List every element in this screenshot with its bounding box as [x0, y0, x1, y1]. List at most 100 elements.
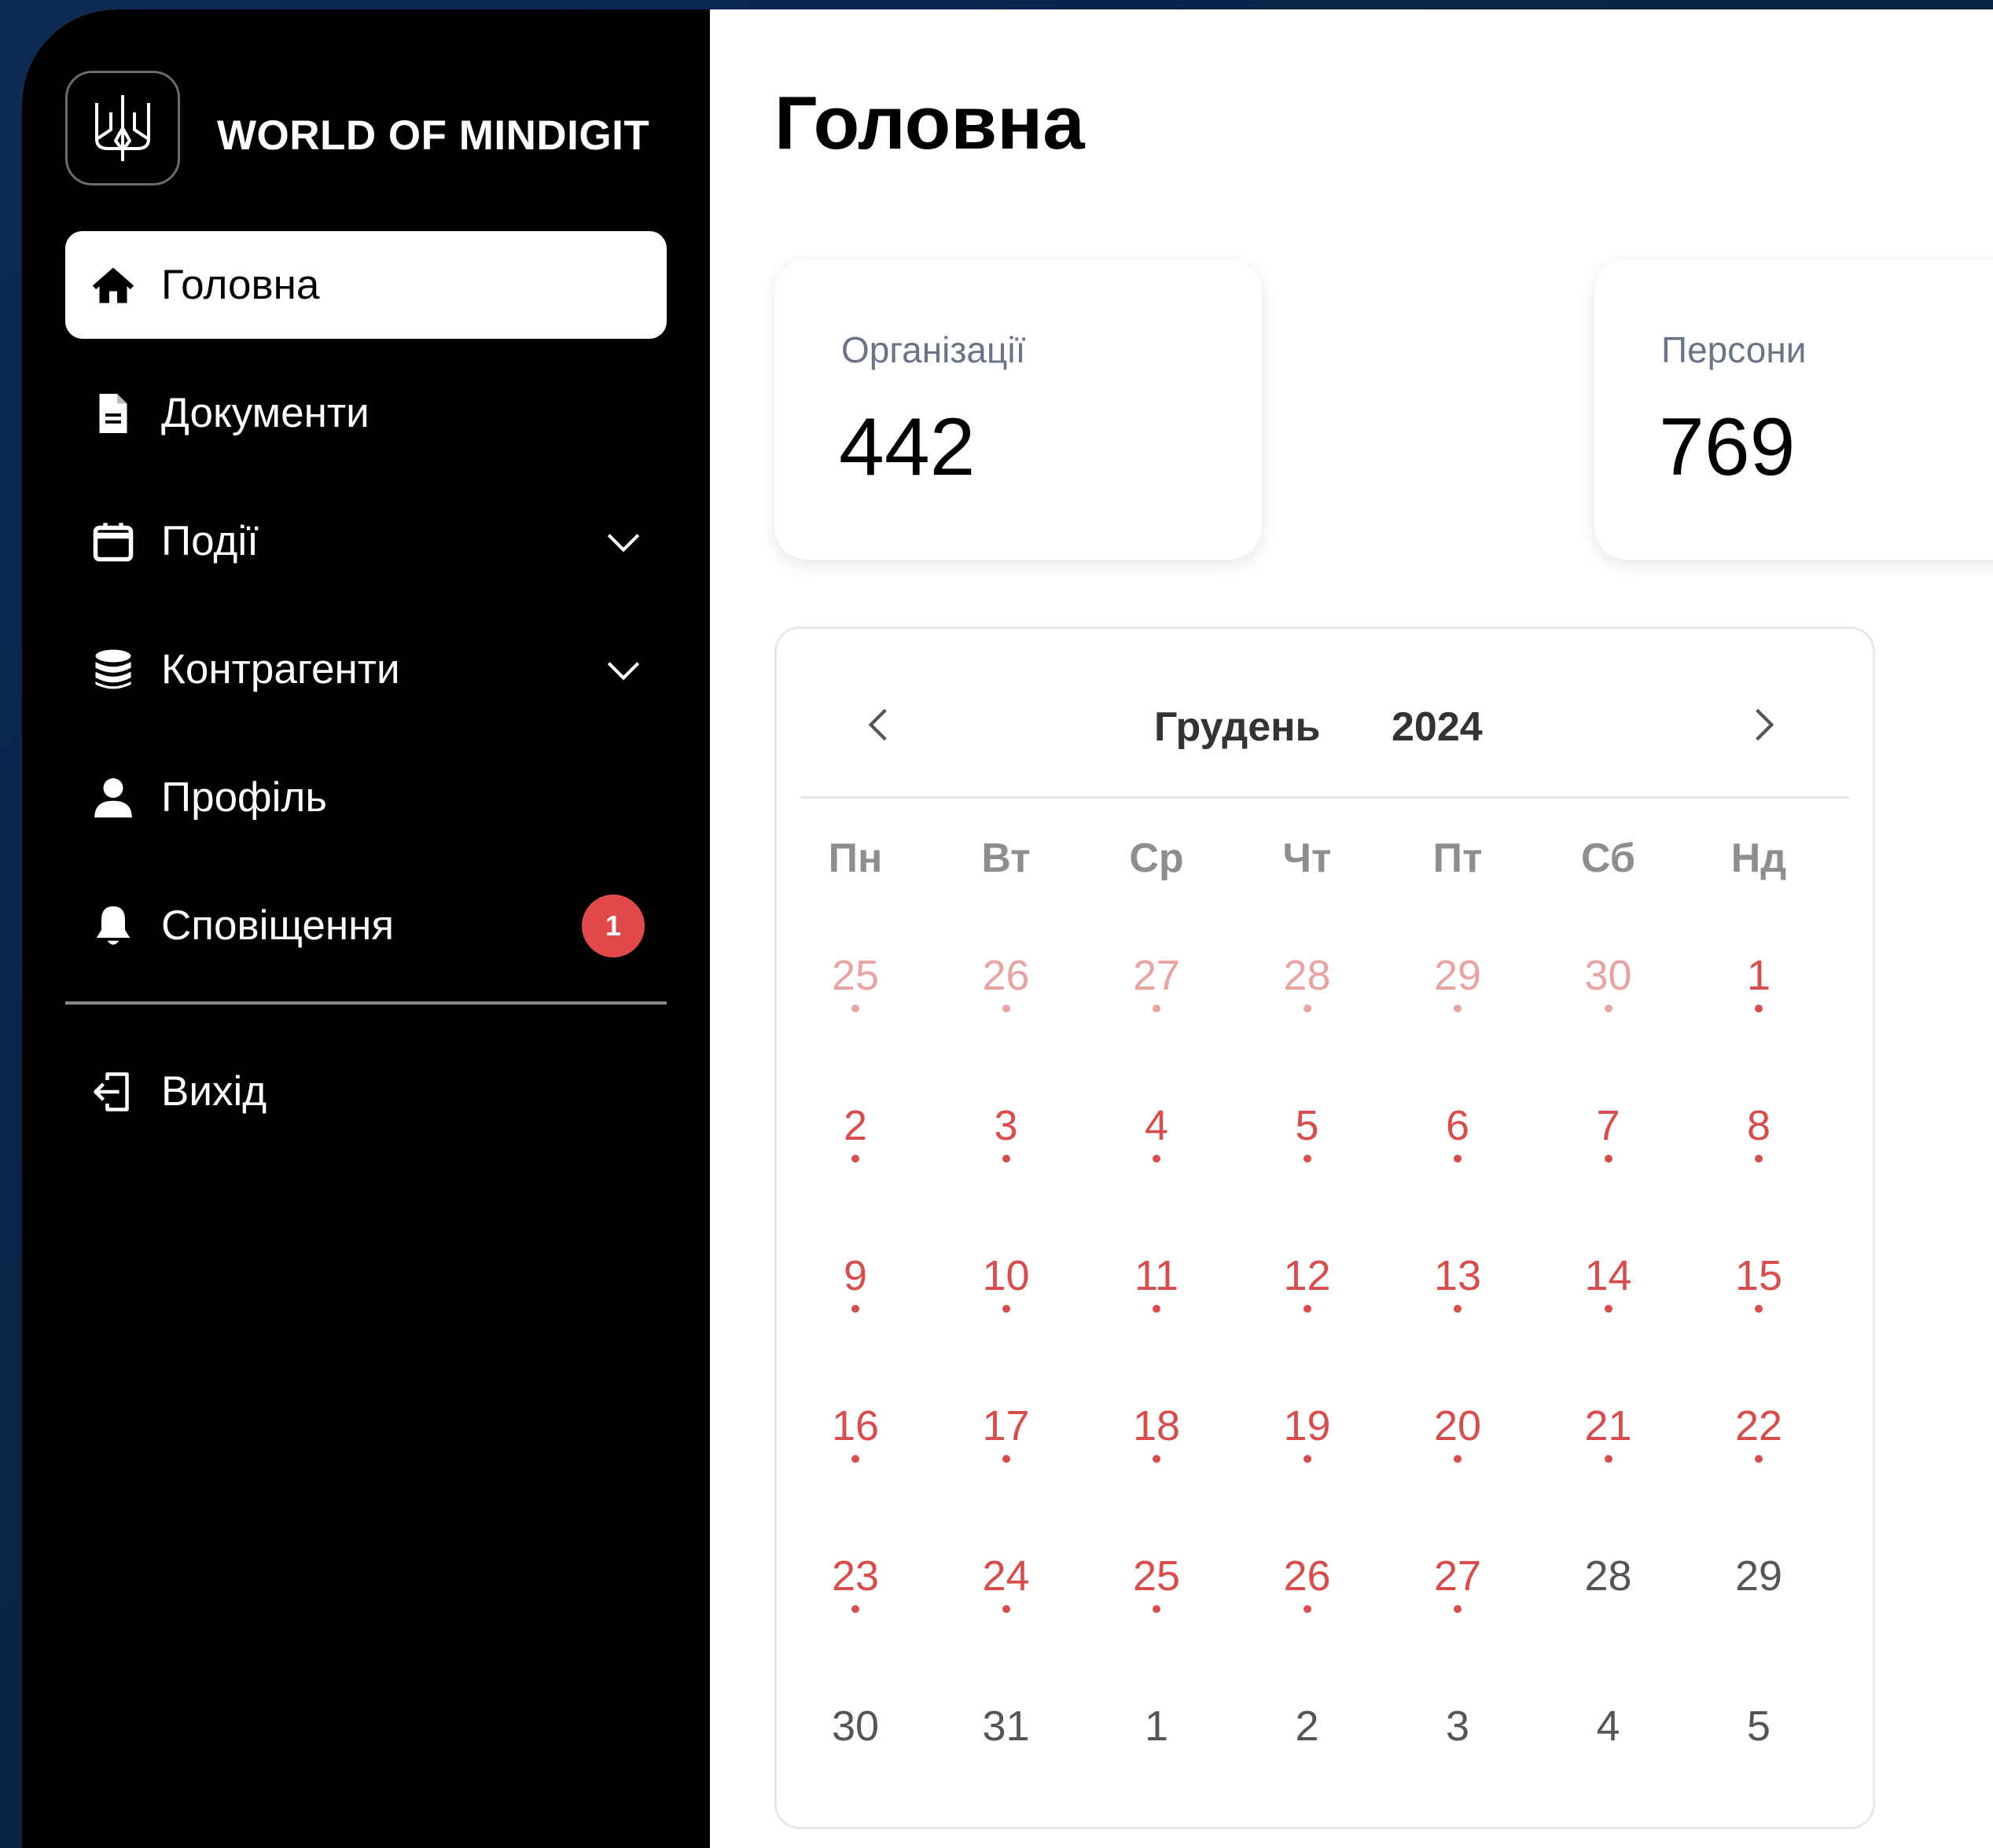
day-number: 24: [982, 1552, 1030, 1600]
notification-count-badge: 1: [582, 894, 645, 957]
stat-value: 769: [1659, 402, 1796, 493]
trident-logo-icon[interactable]: [65, 71, 180, 186]
day-number: 5: [1746, 1703, 1771, 1750]
chevron-down-icon[interactable]: [604, 522, 643, 561]
day-number: 2: [1295, 1703, 1319, 1750]
calendar-year[interactable]: 2024: [1392, 704, 1483, 751]
sidebar-item-home[interactable]: Головна: [65, 231, 667, 339]
event-dot: [1002, 1005, 1010, 1012]
day-number: 12: [1283, 1252, 1331, 1299]
sidebar-item-label: Сповіщення: [161, 902, 395, 949]
sidebar-item-notifications[interactable]: Сповіщення 1: [65, 872, 667, 979]
calendar-day[interactable]: 8: [1696, 1101, 1822, 1163]
sidebar-item-label: Документи: [161, 390, 370, 436]
calendar-header-divider: [800, 796, 1849, 799]
event-dot: [1153, 1155, 1160, 1163]
calendar-day[interactable]: 21: [1546, 1402, 1671, 1463]
day-number: 27: [1132, 952, 1181, 999]
sidebar-item-counterparties[interactable]: Контрагенти: [65, 615, 667, 723]
bell-icon: [89, 902, 138, 950]
calendar-month[interactable]: Грудень: [1154, 704, 1321, 751]
calendar-day[interactable]: 5: [1696, 1702, 1822, 1751]
calendar-day[interactable]: 24: [943, 1552, 1069, 1613]
calendar-day[interactable]: 27: [1094, 951, 1219, 1012]
calendar: Грудень 2024 Пн Вт Ср Чт Пт Сб Нд 25 26 27 28 29 30 1…: [774, 626, 1875, 1829]
sidebar-item-logout[interactable]: Вихід: [65, 1038, 667, 1145]
weekday-label: Ср: [1129, 836, 1184, 881]
calendar-day[interactable]: 26: [943, 951, 1069, 1012]
calendar-day[interactable]: 28: [1245, 951, 1370, 1012]
day-number: 28: [1584, 1552, 1632, 1600]
sidebar-item-events[interactable]: Події: [65, 487, 667, 595]
calendar-day[interactable]: 28: [1546, 1552, 1671, 1600]
calendar-day[interactable]: 12: [1245, 1251, 1370, 1313]
calendar-day[interactable]: 16: [792, 1402, 918, 1463]
calendar-day[interactable]: 11: [1094, 1251, 1219, 1313]
event-dot: [1755, 1455, 1763, 1463]
calendar-day[interactable]: 14: [1546, 1251, 1671, 1313]
day-number: 30: [1584, 952, 1632, 999]
calendar-day[interactable]: 1: [1696, 951, 1822, 1012]
day-number: 27: [1433, 1552, 1482, 1600]
calendar-day[interactable]: 29: [1395, 951, 1520, 1012]
day-number: 25: [1132, 1552, 1181, 1600]
calendar-day[interactable]: 30: [792, 1702, 918, 1751]
event-dot: [851, 1155, 859, 1163]
calendar-day[interactable]: 23: [792, 1552, 918, 1613]
weekday-label: Чт: [1282, 836, 1332, 881]
day-number: 11: [1134, 1252, 1179, 1299]
calendar-day[interactable]: 5: [1245, 1101, 1370, 1163]
event-dot: [851, 1455, 859, 1463]
stat-card-persons[interactable]: Персони 769: [1594, 259, 1993, 560]
sidebar-item-documents[interactable]: Документи: [65, 359, 667, 467]
day-number: 22: [1734, 1402, 1783, 1449]
calendar-day[interactable]: 1: [1094, 1702, 1219, 1751]
calendar-day[interactable]: 2: [1245, 1702, 1370, 1751]
chevron-down-icon[interactable]: [604, 650, 643, 689]
database-icon: [89, 645, 138, 694]
sidebar-item-label: Вихід: [161, 1068, 267, 1115]
calendar-day[interactable]: 29: [1696, 1552, 1822, 1600]
calendar-day[interactable]: 22: [1696, 1402, 1822, 1463]
calendar-day[interactable]: 3: [1395, 1702, 1520, 1751]
calendar-day[interactable]: 30: [1546, 951, 1671, 1012]
calendar-day[interactable]: 10: [943, 1251, 1069, 1313]
stat-label: Персони: [1661, 329, 1807, 370]
calendar-day[interactable]: 17: [943, 1402, 1069, 1463]
calendar-day[interactable]: 15: [1696, 1251, 1822, 1313]
event-dot: [1454, 1005, 1462, 1012]
day-number: 1: [1746, 952, 1771, 999]
calendar-day[interactable]: 4: [1546, 1702, 1671, 1751]
calendar-day[interactable]: 6: [1395, 1101, 1520, 1163]
day-number: 18: [1132, 1402, 1181, 1449]
calendar-day[interactable]: 19: [1245, 1402, 1370, 1463]
weekday-label: Пн: [828, 836, 883, 881]
calendar-day[interactable]: 9: [792, 1251, 918, 1313]
calendar-day[interactable]: 27: [1395, 1552, 1520, 1613]
calendar-day[interactable]: 2: [792, 1101, 918, 1163]
calendar-day[interactable]: 26: [1245, 1552, 1370, 1613]
chevron-left-icon[interactable]: [859, 705, 899, 744]
event-dot: [1755, 1305, 1763, 1313]
stat-card-organizations[interactable]: Організації 442: [774, 259, 1262, 560]
event-dot: [1604, 1455, 1612, 1463]
calendar-day[interactable]: 25: [792, 951, 918, 1012]
day-number: 6: [1445, 1102, 1470, 1149]
calendar-day[interactable]: 7: [1546, 1101, 1671, 1163]
sidebar-item-label: Контрагенти: [161, 646, 400, 693]
day-number: 3: [1445, 1703, 1470, 1750]
calendar-day[interactable]: 25: [1094, 1552, 1219, 1613]
event-dot: [1153, 1305, 1160, 1313]
sidebar-item-profile[interactable]: Профіль: [65, 744, 667, 851]
event-dot: [1153, 1455, 1160, 1463]
calendar-day[interactable]: 18: [1094, 1402, 1219, 1463]
calendar-day[interactable]: 4: [1094, 1101, 1219, 1163]
day-number: 26: [982, 952, 1030, 999]
event-dot: [1604, 1005, 1612, 1012]
calendar-day[interactable]: 13: [1395, 1251, 1520, 1313]
calendar-day[interactable]: 3: [943, 1101, 1069, 1163]
chevron-right-icon[interactable]: [1744, 705, 1783, 744]
day-number: 21: [1584, 1402, 1632, 1449]
calendar-day[interactable]: 31: [943, 1702, 1069, 1751]
calendar-day[interactable]: 20: [1395, 1402, 1520, 1463]
